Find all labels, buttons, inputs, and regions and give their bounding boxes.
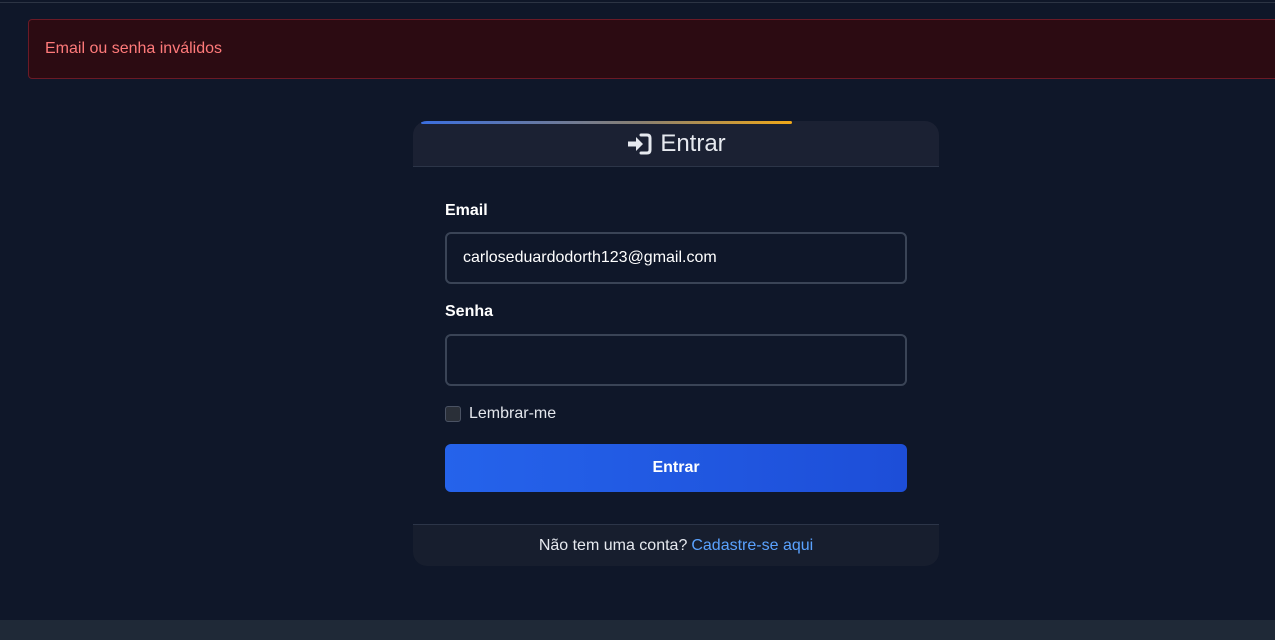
remember-me-checkbox[interactable] xyxy=(445,406,461,422)
email-label: Email xyxy=(445,202,488,219)
error-alert-message: Email ou senha inválidos xyxy=(45,40,222,57)
login-card-header: Entrar xyxy=(413,121,939,167)
password-field[interactable] xyxy=(445,334,907,386)
login-card-footer: Não tem uma conta? Cadastre-se aqui xyxy=(413,524,939,566)
bottom-band xyxy=(0,620,1275,640)
sign-in-icon xyxy=(626,133,652,155)
remember-me[interactable]: Lembrar-me xyxy=(445,405,556,423)
error-alert: Email ou senha inválidos xyxy=(28,19,1275,79)
email-field[interactable] xyxy=(445,232,907,284)
top-border xyxy=(0,0,1275,3)
login-button[interactable]: Entrar xyxy=(445,444,907,492)
remember-me-label: Lembrar-me xyxy=(469,405,557,422)
signup-link[interactable]: Cadastre-se aqui xyxy=(691,537,813,555)
login-title: Entrar xyxy=(660,129,726,157)
login-card: Entrar Email Senha Lembrar-me Entrar Não… xyxy=(413,121,939,566)
footer-text: Não tem uma conta? xyxy=(538,536,688,554)
header-accent-bar xyxy=(421,121,792,124)
password-label: Senha xyxy=(445,303,494,320)
